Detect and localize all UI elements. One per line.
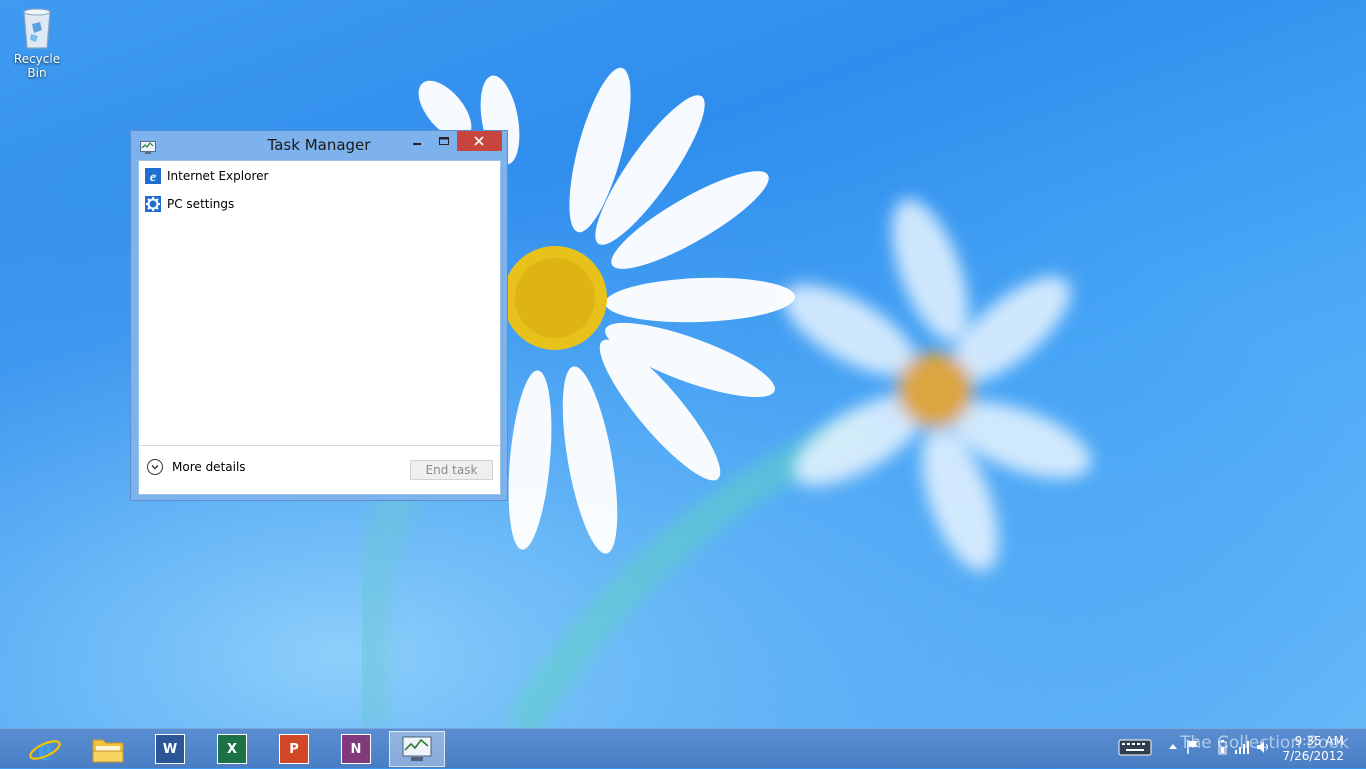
internet-explorer-icon: e bbox=[145, 168, 161, 185]
process-item-internet-explorer[interactable]: e Internet Explorer bbox=[145, 166, 268, 186]
onenote-icon: N bbox=[341, 734, 371, 764]
recycle-bin-label: Recycle Bin bbox=[13, 52, 61, 80]
taskbar-excel[interactable]: X bbox=[204, 731, 260, 767]
folder-icon bbox=[92, 739, 124, 763]
more-details-label: More details bbox=[172, 460, 246, 474]
svg-text:e: e bbox=[38, 732, 52, 766]
taskbar-task-manager[interactable] bbox=[389, 731, 445, 767]
word-icon: W bbox=[155, 734, 185, 764]
maximize-icon bbox=[439, 137, 449, 145]
excel-icon: X bbox=[217, 734, 247, 764]
taskbar: e W X P N 9:35 AM 7/26/2012 bbox=[0, 728, 1366, 768]
minimize-button[interactable] bbox=[404, 131, 430, 151]
end-task-button[interactable]: End task bbox=[410, 460, 493, 480]
taskbar-file-explorer[interactable] bbox=[80, 731, 136, 767]
pc-settings-gear-icon bbox=[145, 196, 161, 212]
close-button[interactable] bbox=[457, 131, 502, 151]
minimize-icon bbox=[413, 143, 421, 145]
taskbar-onenote[interactable]: N bbox=[328, 731, 384, 767]
desktop-icon-recycle-bin[interactable]: Recycle Bin bbox=[4, 6, 70, 80]
close-icon bbox=[474, 136, 484, 146]
process-name: Internet Explorer bbox=[167, 169, 269, 183]
svg-text:e: e bbox=[150, 170, 156, 184]
maximize-button[interactable] bbox=[431, 131, 457, 151]
taskbar-internet-explorer[interactable]: e bbox=[17, 731, 73, 767]
footer-divider bbox=[139, 445, 500, 446]
recycle-bin-icon bbox=[20, 6, 54, 50]
chevron-down-icon bbox=[147, 459, 163, 475]
taskbar-word[interactable]: W bbox=[142, 731, 198, 767]
process-list: e Internet Explorer PC settings bbox=[139, 161, 500, 445]
process-item-pc-settings[interactable]: PC settings bbox=[145, 194, 234, 214]
touch-keyboard-icon[interactable] bbox=[1118, 737, 1152, 760]
more-details-button[interactable]: More details bbox=[147, 459, 246, 475]
task-manager-content: e Internet Explorer PC settings More det… bbox=[138, 160, 501, 495]
watermark-text: The Collection Book bbox=[1180, 733, 1349, 753]
task-manager-icon bbox=[402, 736, 432, 761]
taskbar-powerpoint[interactable]: P bbox=[266, 731, 322, 767]
process-name: PC settings bbox=[167, 197, 235, 211]
title-bar[interactable]: Task Manager bbox=[131, 131, 507, 159]
ie-icon: e bbox=[29, 732, 61, 766]
show-hidden-icons-icon[interactable] bbox=[1168, 741, 1178, 755]
task-manager-window: Task Manager e Internet Explorer PC sett… bbox=[130, 130, 508, 501]
powerpoint-icon: P bbox=[279, 734, 309, 764]
